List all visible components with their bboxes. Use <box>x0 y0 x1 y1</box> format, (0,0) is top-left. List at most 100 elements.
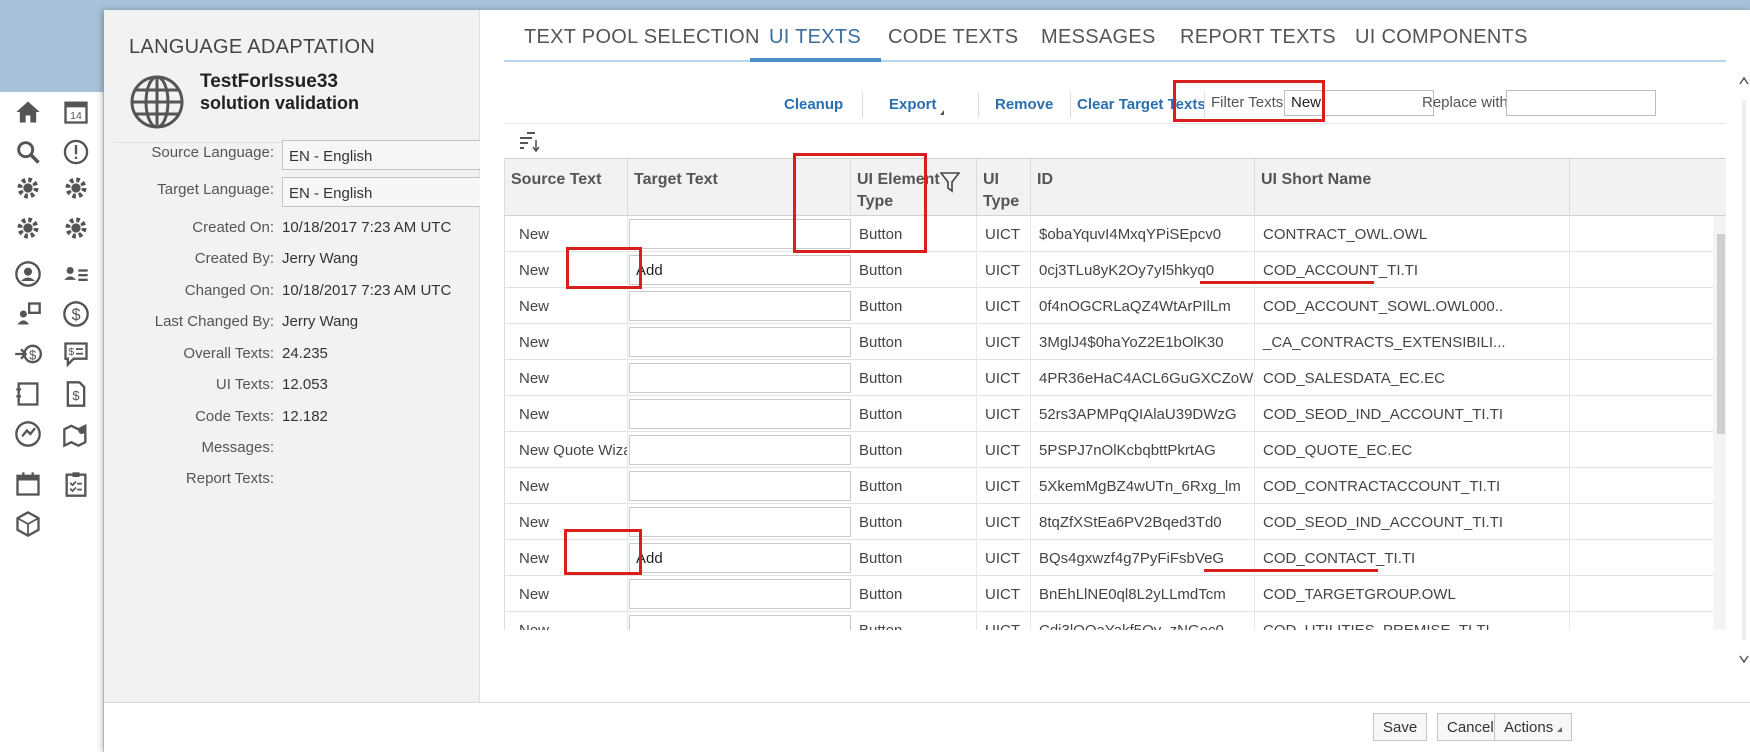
toolbar-separator <box>978 92 979 118</box>
remove-button[interactable]: Remove <box>995 96 1053 113</box>
column-header-source-text[interactable]: Source Text <box>505 159 628 217</box>
calendar-14-icon[interactable]: 14 <box>60 96 92 128</box>
target-text-input[interactable] <box>629 435 851 465</box>
cell-ui-type: UICT <box>977 324 1031 360</box>
target-text-input[interactable] <box>629 471 851 501</box>
cell-ui-type: UICT <box>977 576 1031 612</box>
language-adaptation-dialog: LANGUAGE ADAPTATION TestForIssue33 solut… <box>104 10 1750 752</box>
user-list-icon[interactable] <box>60 258 92 290</box>
table-row[interactable]: New Quote Wizard ButtonUICT5PSPJ7nOlKcbqb… <box>505 432 1726 468</box>
dollar-document-icon[interactable]: $ <box>60 378 92 410</box>
table-row[interactable]: New Add Button UICT BQs4gxwzf4g7PyFiFsbVeG CO… <box>505 540 1726 576</box>
target-text-input[interactable] <box>629 615 851 630</box>
cell-ui-type: UICT <box>977 252 1031 288</box>
tab-text-pool-selection[interactable]: TEXT POOL SELECTION <box>524 26 760 49</box>
table-row[interactable]: New Button UICT 0f4nOGCRLaQZ4WtArPIlLm COD_A… <box>505 288 1726 324</box>
cell-ui-element-type: Button <box>851 396 977 432</box>
document-icon[interactable] <box>12 378 44 410</box>
active-tab-indicator <box>750 58 881 62</box>
target-text-input[interactable] <box>629 507 851 537</box>
changed-on-value: 10/18/2017 7:23 AM UTC <box>282 282 452 299</box>
actions-button[interactable]: Actions <box>1494 713 1573 741</box>
target-text-input[interactable] <box>629 327 851 357</box>
dollar-circle-icon[interactable]: $ <box>60 298 92 330</box>
column-header-ui-short-name[interactable]: UI Short Name <box>1255 159 1570 217</box>
tab-report-texts[interactable]: REPORT TEXTS <box>1180 26 1336 49</box>
alert-icon[interactable] <box>60 136 92 168</box>
target-text-input[interactable] <box>629 579 851 609</box>
table-row[interactable]: New Button UICT 52rs3APMPqQIAlaU39DWzG COD_S… <box>505 396 1726 432</box>
annotation-box-target-add <box>564 529 642 575</box>
messages-row: Messages: <box>104 435 480 461</box>
tab-code-texts[interactable]: CODE TEXTS <box>888 26 1018 49</box>
refresh-globe-icon[interactable] <box>12 418 44 450</box>
home-icon[interactable] <box>12 96 44 128</box>
user-switch-icon[interactable] <box>12 298 44 330</box>
replace-with-input[interactable] <box>1506 90 1656 116</box>
cube-icon[interactable] <box>12 508 44 540</box>
ui-texts-table: Source Text Target Text UI Element Type … <box>504 158 1726 630</box>
tab-messages[interactable]: MESSAGES <box>1041 26 1156 49</box>
table-scroll-thumb[interactable] <box>1717 234 1725 434</box>
tab-ui-texts[interactable]: UI TEXTS <box>769 26 861 49</box>
gear-icon[interactable] <box>60 172 92 204</box>
cell-id: 8tqZfXStEa6PV2Bqed3Td0 <box>1031 504 1255 540</box>
cell-ui-element-type: Button <box>851 576 977 612</box>
table-row[interactable]: New Button UICT $obaYquvI4MxqYPiSEpcv0 CONTR… <box>505 216 1726 252</box>
table-row[interactable]: New Button UICT BnEhLlNE0ql8L2yLLmdTcm COD_T… <box>505 576 1726 612</box>
table-row[interactable]: New Button UICT 5XkemMgBZ4wUTn_6Rxg_lm COD_C… <box>505 468 1726 504</box>
search-icon[interactable] <box>12 136 44 168</box>
cell-ui-type: UICT <box>977 360 1031 396</box>
table-row[interactable]: New ButtonUICTCdi3lQOaYakf5Ov_zNGoc0COD_U… <box>505 612 1726 630</box>
object-name: TestForIssue33 <box>200 71 338 92</box>
dollar-chat-icon[interactable]: $ <box>60 338 92 370</box>
cell-ui-element-type: Button <box>851 360 977 396</box>
replace-with-label: Replace with: <box>1422 94 1513 111</box>
created-on-value: 10/18/2017 7:23 AM UTC <box>282 219 452 236</box>
target-text-input[interactable] <box>629 291 851 321</box>
save-button[interactable]: Save <box>1373 713 1428 741</box>
column-header-id[interactable]: ID <box>1031 159 1255 217</box>
map-pin-icon[interactable] <box>60 418 92 450</box>
gear-icon[interactable] <box>12 172 44 204</box>
table-row[interactable]: New Button UICT 8tqZfXStEa6PV2Bqed3Td0 COD_S… <box>505 504 1726 540</box>
column-header-ui-type[interactable]: UI Type <box>977 159 1031 217</box>
details-panel: LANGUAGE ADAPTATION TestForIssue33 solut… <box>104 10 480 702</box>
sort-icon[interactable] <box>518 130 544 154</box>
svg-text:$: $ <box>72 388 79 403</box>
source-language-field[interactable]: EN - English <box>282 140 480 170</box>
table-row[interactable]: New Button UICT 4PR36eHaC4ACL6GuGXCZoW COD_S… <box>505 360 1726 396</box>
created-on-row: Created On: 10/18/2017 7:23 AM UTC <box>104 215 480 241</box>
cell-source-text: New Quote Wizard <box>505 432 628 468</box>
user-circle-icon[interactable] <box>12 258 44 290</box>
table-header: Source Text Target Text UI Element Type … <box>505 158 1726 217</box>
cell-id: 4PR36eHaC4ACL6GuGXCZoW <box>1031 360 1255 396</box>
table-row[interactable]: New Add Button UICT 0cj3TLu8yK2Oy7yI5hkyq0 CO… <box>505 252 1726 288</box>
gear-icon[interactable] <box>60 212 92 244</box>
outer-scrollbar[interactable] <box>1738 70 1750 670</box>
cleanup-button[interactable]: Cleanup <box>784 96 843 113</box>
report-texts-row: Report Texts: <box>104 466 480 492</box>
cell-ui-type: UICT <box>977 288 1031 324</box>
calendar-icon[interactable] <box>12 468 44 500</box>
toolbar: Cleanup Export Remove Clear Target Texts… <box>504 72 1726 124</box>
export-button[interactable]: Export <box>889 96 944 115</box>
messages-label: Messages: <box>201 439 274 456</box>
target-text-input[interactable]: Add <box>629 255 851 285</box>
cell-id: $obaYquvI4MxqYPiSEpcv0 <box>1031 216 1255 252</box>
target-text-input[interactable]: Add <box>629 543 851 573</box>
svg-text:$: $ <box>68 346 74 358</box>
annotation-box-filter <box>1173 80 1325 122</box>
target-text-input[interactable] <box>629 399 851 429</box>
created-by-row: Created By: Jerry Wang <box>104 246 480 272</box>
cell-ui-type: UICT <box>977 396 1031 432</box>
created-by-value: Jerry Wang <box>282 250 359 267</box>
checklist-icon[interactable] <box>60 468 92 500</box>
target-language-field[interactable]: EN - English <box>282 177 480 207</box>
filter-icon[interactable] <box>939 171 961 193</box>
gear-icon[interactable] <box>12 212 44 244</box>
target-text-input[interactable] <box>629 363 851 393</box>
table-row[interactable]: New Button UICT 3MglJ4$0haYoZ2E1bOlK30 _CA_C… <box>505 324 1726 360</box>
tab-ui-components[interactable]: UI COMPONENTS <box>1355 26 1528 49</box>
arrow-dollar-icon[interactable]: $ <box>12 338 44 370</box>
